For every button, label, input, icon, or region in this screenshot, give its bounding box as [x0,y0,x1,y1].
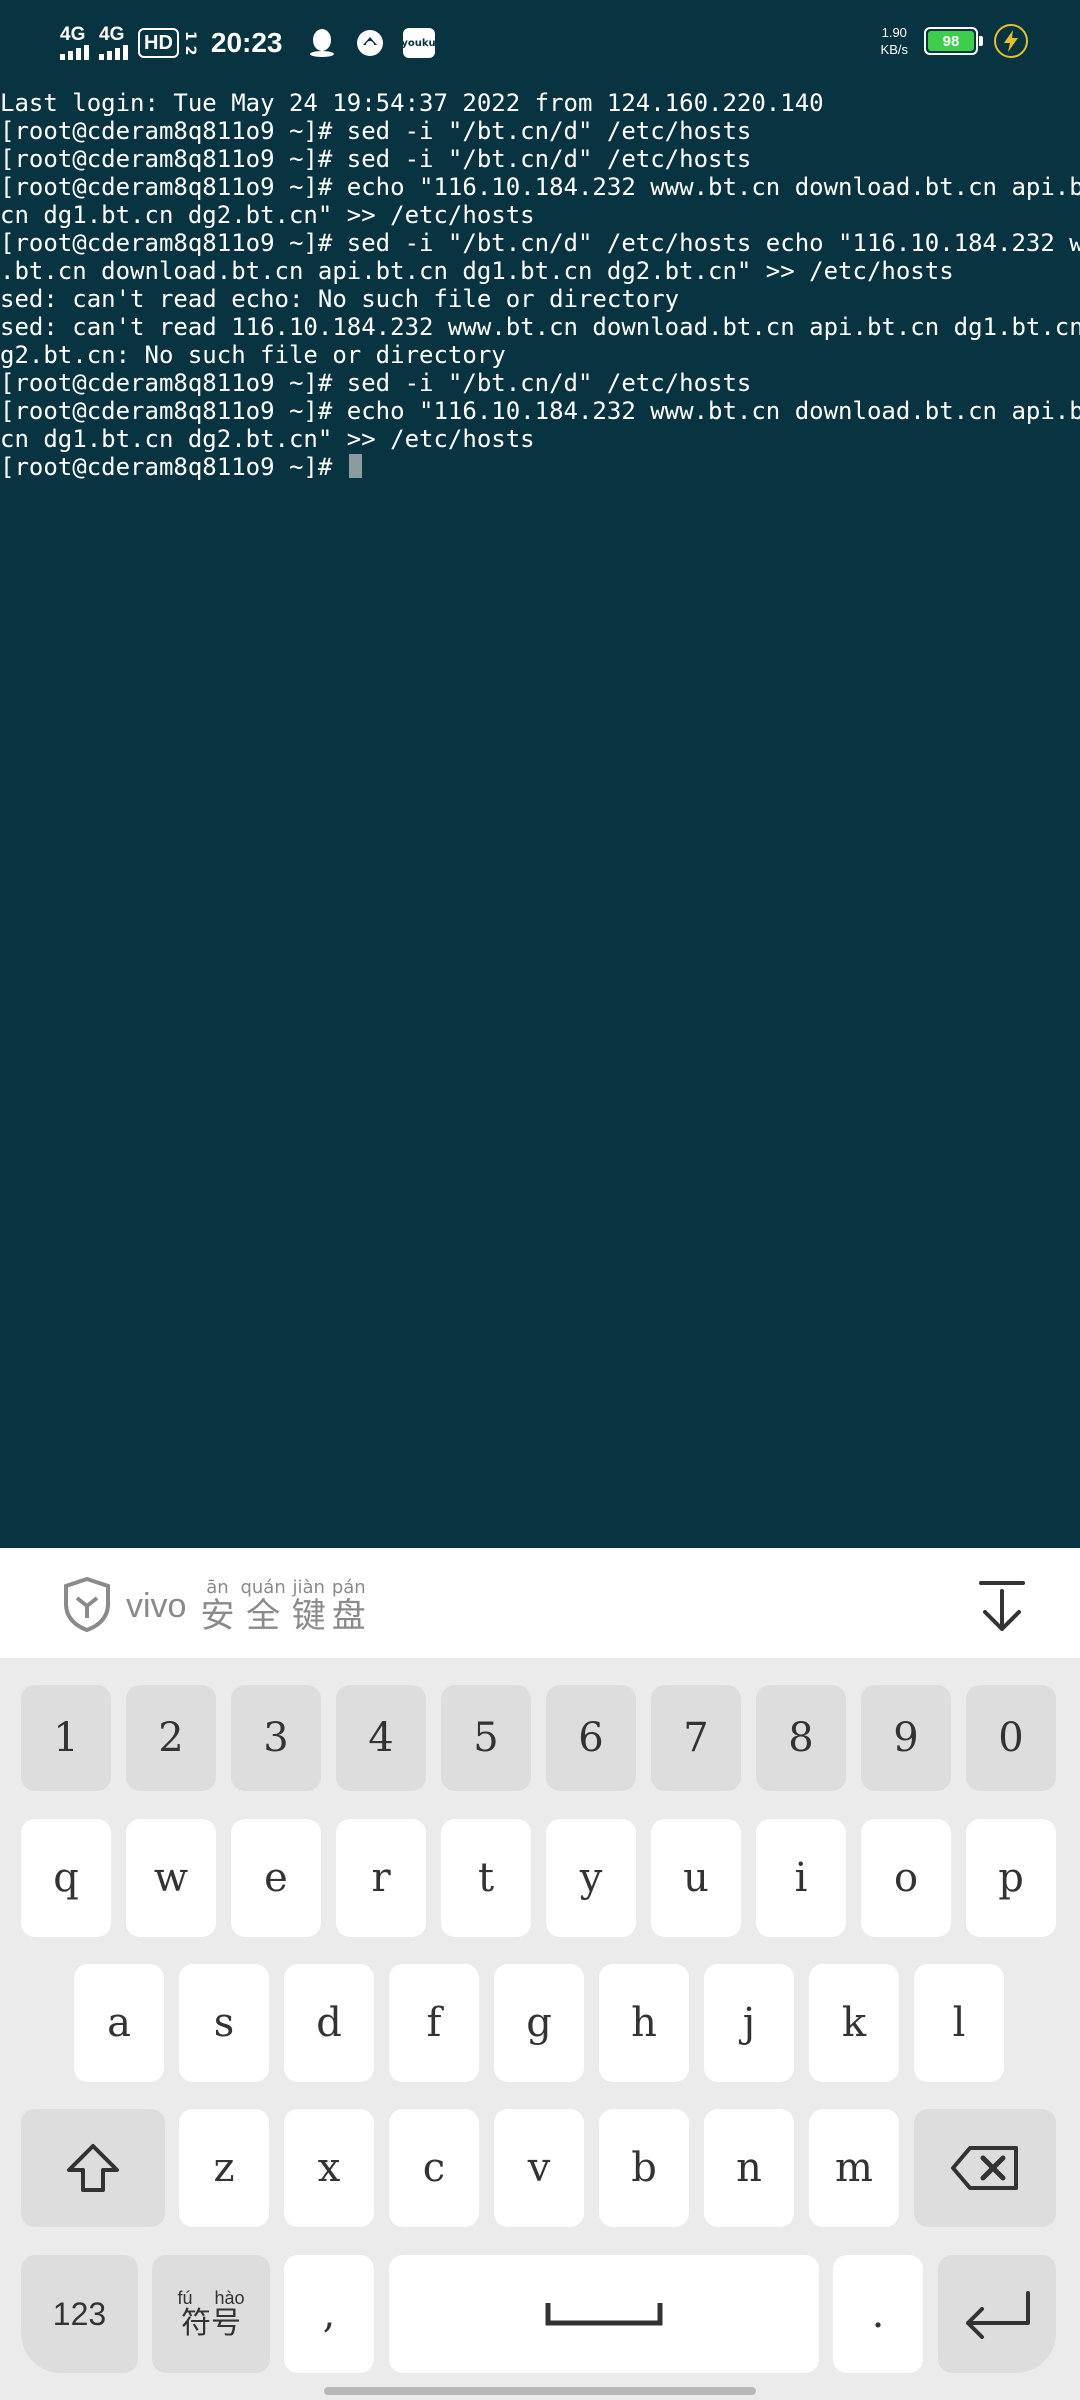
terminal-line: [root@cderam8q811o9 ~]# sed -i "/bt.cn/d… [0,229,1080,257]
shift-key[interactable] [21,2109,165,2227]
shift-icon [67,2144,119,2192]
youku-icon: youku [401,28,436,58]
key-i[interactable]: i [756,1819,846,1937]
key-o[interactable]: o [861,1819,951,1937]
collapse-keyboard-button[interactable] [974,1578,1030,1634]
key-s[interactable]: s [179,1964,269,2082]
qq-icon [307,28,337,58]
signal-icon [99,44,128,60]
hd-sub-label: 1 2 [181,30,198,56]
terminal-line: cn dg1.bt.cn dg2.bt.cn" >> /etc/hosts [0,201,535,229]
key-4[interactable]: 4 [336,1685,426,1791]
key-e[interactable]: e [231,1819,321,1937]
key-9[interactable]: 9 [861,1685,951,1791]
terminal-line: [root@cderam8q811o9 ~]# sed -i "/bt.cn/d… [0,145,752,173]
terminal-line: [root@cderam8q811o9 ~]# sed -i "/bt.cn/d… [0,117,752,145]
secure-keyboard-title: ān 安 quán 全 jiàn 键 pán 盘 [200,1577,366,1636]
home-indicator[interactable] [324,2387,756,2395]
terminal-line: sed: can't read 116.10.184.232 www.bt.cn… [0,313,1080,341]
key-8[interactable]: 8 [756,1685,846,1791]
numeric-mode-key[interactable]: 123 [21,2255,138,2373]
key-1[interactable]: 1 [21,1685,111,1791]
backspace-icon [951,2146,1018,2190]
shield-icon [62,1576,112,1636]
key-0[interactable]: 0 [966,1685,1056,1791]
key-q[interactable]: q [21,1819,111,1937]
keyboard: 1 2 3 4 5 6 7 8 9 0 q w e r t y u i o p … [0,1658,1080,2400]
terminal-line: sed: can't read echo: No such file or di… [0,285,680,313]
enter-icon [966,2291,1030,2339]
network-type-label: 4G [99,24,125,45]
key-3[interactable]: 3 [231,1685,321,1791]
symbol-key[interactable]: fú hào 符号 [152,2255,270,2373]
key-7[interactable]: 7 [651,1685,741,1791]
charging-icon [994,24,1028,58]
text-cursor [348,454,362,478]
keyboard-header: vivo ān 安 quán 全 jiàn 键 pán 盘 [0,1548,1080,1658]
key-y[interactable]: y [546,1819,636,1937]
backspace-key[interactable] [914,2109,1056,2227]
status-bar: 4G 4G HD 1 2 20:23 youku 1.90 KB/s 98 [0,0,1080,86]
key-h[interactable]: h [599,1964,689,2082]
network-type-label: 4G [60,24,86,45]
terminal-prompt-line[interactable]: [root@cderam8q811o9 ~]# [0,453,1080,481]
key-w[interactable]: w [126,1819,216,1937]
browser-icon [355,28,385,58]
terminal-line: [root@cderam8q811o9 ~]# echo "116.10.184… [0,173,1080,201]
key-m[interactable]: m [809,2109,899,2227]
battery-icon: 98 [924,27,983,55]
key-c[interactable]: c [389,2109,479,2227]
key-d[interactable]: d [284,1964,374,2082]
terminal-line: g2.bt.cn: No such file or directory [0,341,506,369]
key-r[interactable]: r [336,1819,426,1937]
enter-key[interactable] [938,2255,1056,2373]
terminal-line: [root@cderam8q811o9 ~]# sed -i "/bt.cn/d… [0,369,752,397]
terminal-line: cn dg1.bt.cn dg2.bt.cn" >> /etc/hosts [0,425,535,453]
key-2[interactable]: 2 [126,1685,216,1791]
clock: 20:23 [210,27,283,58]
key-x[interactable]: x [284,2109,374,2227]
key-k[interactable]: k [809,1964,899,2082]
key-a[interactable]: a [74,1964,164,2082]
key-t[interactable]: t [441,1819,531,1937]
secure-keyboard-label: vivo ān 安 quán 全 jiàn 键 pán 盘 [62,1576,366,1636]
period-key[interactable]: . [833,2255,923,2373]
signal-1: 4G [60,24,89,60]
comma-key[interactable]: , [284,2255,374,2373]
key-z[interactable]: z [179,2109,269,2227]
terminal-output[interactable]: Last login: Tue May 24 19:54:37 2022 fro… [0,89,1080,481]
key-v[interactable]: v [494,2109,584,2227]
space-icon [545,2303,663,2326]
key-b[interactable]: b [599,2109,689,2227]
terminal-line: [root@cderam8q811o9 ~]# echo "116.10.184… [0,397,1080,425]
terminal-prompt: [root@cderam8q811o9 ~]# [0,453,347,481]
signal-icon [60,44,89,60]
signal-2: 4G [99,24,128,60]
arrow-down-icon [979,1581,1025,1631]
key-f[interactable]: f [389,1964,479,2082]
key-j[interactable]: j [704,1964,794,2082]
key-g[interactable]: g [494,1964,584,2082]
space-key[interactable] [389,2255,819,2373]
network-speed: 1.90 KB/s [880,25,908,57]
battery-level: 98 [928,31,974,51]
key-u[interactable]: u [651,1819,741,1937]
key-l[interactable]: l [914,1964,1004,2082]
key-6[interactable]: 6 [546,1685,636,1791]
terminal-line: .bt.cn download.bt.cn api.bt.cn dg1.bt.c… [0,257,954,285]
key-n[interactable]: n [704,2109,794,2227]
key-p[interactable]: p [966,1819,1056,1937]
key-5[interactable]: 5 [441,1685,531,1791]
brand-label: vivo [126,1586,187,1625]
hd-icon: HD [138,28,179,58]
terminal-line: Last login: Tue May 24 19:54:37 2022 fro… [0,89,824,117]
